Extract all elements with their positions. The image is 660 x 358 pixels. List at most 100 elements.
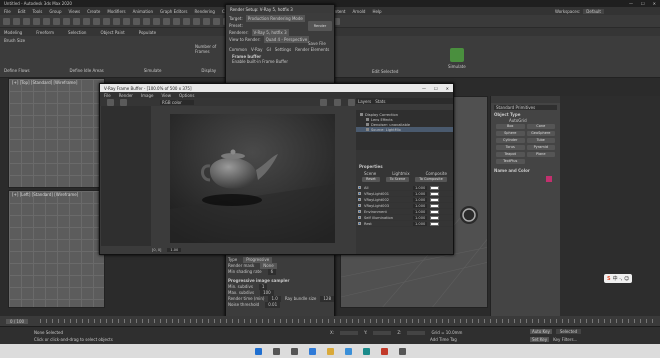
vfb-lightmix-button[interactable]: Reset xyxy=(362,177,380,182)
light-value[interactable]: 1.000 xyxy=(413,191,428,196)
vfb-stop-icon[interactable] xyxy=(333,98,341,106)
layer-eye-icon[interactable] xyxy=(366,123,369,126)
menu-item[interactable]: Help xyxy=(372,9,381,14)
toolbar-tool-icon[interactable] xyxy=(113,17,120,25)
toolbar-tool-icon[interactable] xyxy=(73,17,80,25)
command-panel-tabs[interactable] xyxy=(491,96,560,103)
layer-eye-icon[interactable] xyxy=(366,118,369,121)
primitive-button[interactable]: Torus xyxy=(496,145,525,150)
start-icon[interactable] xyxy=(254,347,262,355)
menu-item[interactable]: Modifiers xyxy=(107,9,125,14)
vfb-close-icon[interactable]: ✕ xyxy=(446,86,449,91)
light-color-swatch[interactable] xyxy=(430,221,440,226)
light-color-swatch[interactable] xyxy=(430,185,440,190)
key-filters-button[interactable]: Key Filters... xyxy=(553,337,577,342)
vfb-footer-value[interactable]: 1.00 xyxy=(167,248,182,252)
light-color-swatch[interactable] xyxy=(430,203,440,208)
explorer-icon[interactable] xyxy=(326,347,334,355)
light-value[interactable]: 1.000 xyxy=(413,203,428,208)
vfb-minimize-icon[interactable]: — xyxy=(422,86,426,91)
search-icon[interactable] xyxy=(272,347,280,355)
toolbar-tool-icon[interactable] xyxy=(133,17,140,25)
viewport-left-label[interactable]: [+] [Left] [Standard] [Wireframe] xyxy=(12,192,78,197)
task-view-icon[interactable] xyxy=(290,347,298,355)
render-setup-tab[interactable]: Settings xyxy=(275,47,291,52)
toolbar-tool-icon[interactable] xyxy=(43,17,50,25)
workspace-selector[interactable]: Workspaces: Default xyxy=(555,7,604,15)
light-checkbox[interactable] xyxy=(358,204,361,207)
workspace-value[interactable]: Default xyxy=(583,8,604,14)
light-value[interactable]: 1.000 xyxy=(413,197,428,202)
vfb-panel-tab[interactable]: Stats xyxy=(375,99,385,104)
menu-item[interactable]: Views xyxy=(69,9,81,14)
vfb-tool-icon[interactable] xyxy=(107,98,114,106)
light-value[interactable]: 1.000 xyxy=(413,209,428,214)
close-icon[interactable]: ✕ xyxy=(653,1,656,6)
y-field[interactable] xyxy=(373,330,392,335)
toolbar-tool-icon[interactable] xyxy=(23,17,30,25)
toolbar-tool-icon[interactable] xyxy=(193,17,200,25)
add-time-tag[interactable]: Add Time Tag xyxy=(430,337,457,342)
toolbar-tool-icon[interactable] xyxy=(153,17,160,25)
simulate-icon[interactable] xyxy=(450,48,464,62)
render-setup-tab[interactable]: Render Elements xyxy=(295,47,329,52)
3dsmax-icon[interactable] xyxy=(362,347,370,355)
light-checkbox[interactable] xyxy=(358,216,361,219)
light-color-swatch[interactable] xyxy=(430,215,440,220)
light-checkbox[interactable] xyxy=(358,192,361,195)
menu-item[interactable]: Group xyxy=(49,9,61,14)
primitive-dropdown[interactable]: Standard Primitives xyxy=(494,105,557,110)
vfb-tool-icon[interactable] xyxy=(120,98,127,106)
render-setup-tab[interactable]: V-Ray xyxy=(251,47,262,52)
toolbar-tool-icon[interactable] xyxy=(93,17,100,25)
save-file-checkbox[interactable]: Save File xyxy=(308,41,326,46)
name-color-header[interactable]: Name and Color xyxy=(491,168,560,173)
edge-icon[interactable] xyxy=(308,347,316,355)
toolbar-tool-icon[interactable] xyxy=(53,17,60,25)
app-icon[interactable] xyxy=(398,347,406,355)
vfb-lightmix-button[interactable]: To Scene xyxy=(385,177,410,182)
toolbar-tool-icon[interactable] xyxy=(203,17,210,25)
vfb-menu-item[interactable]: Options xyxy=(179,93,194,98)
menu-item[interactable]: Edit xyxy=(18,9,26,14)
key-selected-dropdown[interactable]: Selected xyxy=(555,329,582,334)
object-type-header[interactable]: Object Type xyxy=(491,112,560,117)
vfb-channel-dropdown[interactable]: RGB color xyxy=(160,99,194,105)
timeline-ticks[interactable] xyxy=(40,319,654,323)
ribbon-tab[interactable]: Selection xyxy=(68,30,86,35)
target-dropdown[interactable]: Production Rendering Mode xyxy=(245,15,305,22)
light-row[interactable]: Rest 1.000 xyxy=(356,221,453,227)
toolbar-tool-icon[interactable] xyxy=(33,17,40,25)
ribbon-tab[interactable]: Populate xyxy=(139,30,156,35)
simulate-button-label[interactable]: Simulate xyxy=(448,64,466,69)
render-setup-tab[interactable]: GI xyxy=(266,47,270,52)
toolbar-tool-icon[interactable] xyxy=(103,17,110,25)
light-color-swatch[interactable] xyxy=(430,197,440,202)
ribbon-tab[interactable]: Modeling xyxy=(4,30,22,35)
toolbar-tool-icon[interactable] xyxy=(183,17,190,25)
vfb-panel-tab[interactable]: Layers xyxy=(358,99,371,104)
auto-key-button[interactable]: Auto Key xyxy=(530,329,552,334)
viewport-left[interactable]: [+] [Left] [Standard] [Wireframe] xyxy=(8,190,105,308)
minimize-icon[interactable]: — xyxy=(629,1,633,6)
primitive-button[interactable]: Teapot xyxy=(496,152,525,157)
menu-item[interactable]: Animation xyxy=(133,9,153,14)
toolbar-tool-icon[interactable] xyxy=(213,17,220,25)
menu-item[interactable]: Create xyxy=(87,9,100,14)
vfb-menu-item[interactable]: View xyxy=(161,93,171,98)
vfb-menu-item[interactable]: Render xyxy=(119,93,133,98)
menu-item[interactable]: Graph Editors xyxy=(160,9,187,14)
menu-item[interactable]: File xyxy=(4,9,11,14)
vfb-lightmix-button[interactable]: To Composite xyxy=(415,177,447,182)
vfb-render-icon[interactable] xyxy=(319,98,327,106)
object-color-swatch[interactable] xyxy=(546,176,552,182)
light-value[interactable]: 1.000 xyxy=(413,185,428,190)
autogrid-checkbox[interactable]: AutoGrid xyxy=(491,118,560,123)
toolbar-tool-icon[interactable] xyxy=(63,17,70,25)
vfb-region-icon[interactable] xyxy=(347,98,355,106)
frame-counter[interactable]: 0 / 100 xyxy=(6,318,29,324)
ribbon-tab[interactable]: Object Paint xyxy=(100,30,124,35)
enable-vfb-checkbox[interactable]: Enable built-in Frame Buffer xyxy=(232,59,328,64)
toolbar-tool-icon[interactable] xyxy=(173,17,180,25)
primitive-button[interactable]: Box xyxy=(496,124,525,129)
